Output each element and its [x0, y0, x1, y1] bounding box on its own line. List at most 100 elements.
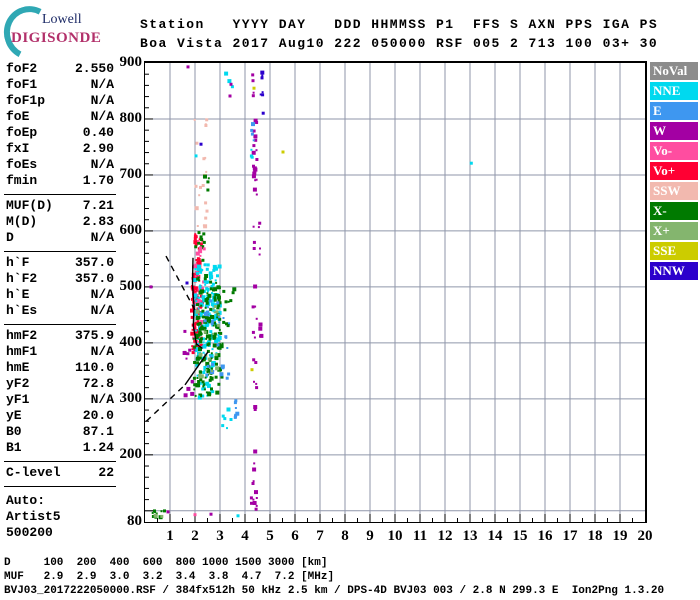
y-axis-tick-label: 200	[119, 445, 143, 462]
y-axis-tick-label: 800	[119, 109, 143, 126]
footer-block: D 100 200 400 600 800 1000 1500 3000 [km…	[4, 556, 664, 598]
x-axis-tick-label: 18	[587, 528, 603, 544]
legend-item: NoVal	[650, 62, 698, 80]
param-label: foE	[6, 109, 30, 124]
param-row: h`E N/A	[4, 287, 116, 303]
legend-item: E	[650, 102, 698, 120]
param-row: B0 87.1	[4, 424, 116, 440]
doppler-legend: NoVal NNE E W Vo- Vo+ SSW X- X+ SSE NNW	[650, 62, 698, 282]
param-row: M(D) 2.83	[4, 214, 116, 230]
x-axis-tick-label: 10	[387, 528, 403, 544]
x-axis-tick-label: 11	[412, 528, 428, 544]
param-label: h`Es	[6, 303, 38, 318]
param-label: yF2	[6, 376, 30, 391]
param-label: fxI	[6, 141, 30, 156]
param-label: yE	[6, 408, 22, 423]
param-row: h`Es N/A	[4, 303, 116, 319]
param-row: foF1 N/A	[4, 77, 116, 93]
param-group: C-level 22	[4, 461, 116, 484]
legend-item: X+	[650, 222, 698, 240]
x-axis-tick-label: 9	[366, 528, 374, 544]
param-label: h`F2	[6, 271, 38, 286]
param-label: foF1	[6, 77, 38, 92]
legend-item: W	[650, 122, 698, 140]
param-value: 2.90	[82, 141, 114, 156]
x-axis-tick-label: 14	[487, 528, 503, 544]
autoscaling-line: Auto:	[6, 493, 46, 508]
x-axis-tick-label: 1	[166, 528, 174, 544]
y-axis-tick-label: 500	[119, 277, 143, 294]
lowell-digisonde-logo: Lowell DIGISONDE	[0, 0, 132, 67]
param-row: fxI 2.90	[4, 141, 116, 157]
param-row: yF1 N/A	[4, 392, 116, 408]
x-axis-tick-label: 4	[241, 528, 249, 544]
autoscaling-info: Auto: Artist5 500200	[4, 493, 116, 541]
param-row: D N/A	[4, 230, 116, 246]
param-label: hmF1	[6, 344, 38, 359]
param-label: MUF(D)	[6, 198, 53, 213]
y-axis-tick-label: 300	[119, 389, 143, 406]
param-label: foEp	[6, 125, 38, 140]
legend-item: X-	[650, 202, 698, 220]
param-row: yF2 72.8	[4, 376, 116, 392]
param-value: N/A	[90, 303, 114, 318]
logo-text-lowell: Lowell	[42, 12, 82, 27]
y-axis-tick-label: 700	[119, 165, 143, 182]
param-row: foF1p N/A	[4, 93, 116, 109]
x-axis-tick-label: 16	[537, 528, 553, 544]
x-axis-tick-label: 13	[462, 528, 478, 544]
x-axis-tick-label: 17	[562, 528, 578, 544]
y-axis-tick-label: 80	[127, 513, 142, 529]
ionogram-svg	[145, 63, 645, 522]
param-label: foEs	[6, 157, 38, 172]
param-row: foEp 0.40	[4, 125, 116, 141]
param-value: 22	[98, 465, 114, 480]
param-row: fmin 1.70	[4, 173, 116, 189]
param-group: hmF2 375.9 hmF1 N/A hmE 110.0 yF2 72.8 yF1 N/A yE 2…	[4, 324, 116, 459]
param-label: foF2	[6, 61, 38, 76]
param-row: hmE 110.0	[4, 360, 116, 376]
legend-item: Vo+	[650, 162, 698, 180]
ionogram-app: Lowell DIGISONDE Station YYYY DAY DDD HH…	[0, 0, 700, 600]
x-axis-tick-label: 6	[291, 528, 299, 544]
logo-text-digisonde: DIGISONDE	[11, 30, 102, 46]
x-axis-tick-label: 5	[266, 528, 274, 544]
param-label: C-level	[6, 465, 61, 480]
param-label: hmF2	[6, 328, 38, 343]
param-label: M(D)	[6, 214, 38, 229]
x-axis-tick-label: 15	[512, 528, 528, 544]
x-axis-tick-label: 3	[216, 528, 224, 544]
distance-row: D 100 200 400 600 800 1000 1500 3000 [km…	[4, 557, 328, 569]
param-row: h`F 357.0	[4, 255, 116, 271]
param-row: foEs N/A	[4, 157, 116, 173]
y-axis-tick-label: 600	[119, 221, 143, 238]
param-value: N/A	[90, 93, 114, 108]
param-row: foE N/A	[4, 109, 116, 125]
param-label: h`F	[6, 255, 30, 270]
legend-item: NNW	[650, 262, 698, 280]
param-value: 110.0	[74, 360, 114, 375]
param-value: 0.40	[82, 125, 114, 140]
param-value: 357.0	[74, 255, 114, 270]
param-value: N/A	[90, 77, 114, 92]
legend-item: NNE	[650, 82, 698, 100]
param-value: 20.0	[82, 408, 114, 423]
param-row: hmF1 N/A	[4, 344, 116, 360]
param-label: fmin	[6, 173, 38, 188]
autoscaling-line: 500200	[6, 525, 53, 540]
param-group: h`F 357.0 h`F2 357.0 h`E N/A h`Es N/A	[4, 251, 116, 322]
x-axis-tick-label: 7	[316, 528, 324, 544]
y-axis-tick-label: 400	[119, 333, 143, 350]
y-axis-tick-label: 900	[119, 54, 143, 70]
x-axis-tick-label: 20	[637, 528, 653, 544]
autoscaling-line: Artist5	[6, 509, 61, 524]
param-row: h`F2 357.0	[4, 271, 116, 287]
x-axis-tick-label: 8	[341, 528, 349, 544]
param-row: foF2 2.550	[4, 61, 116, 77]
header-columns-line: Station YYYY DAY DDD HHMMSS P1 FFS S AXN…	[140, 17, 659, 32]
param-panel: foF2 2.550 foF1 N/A foF1p N/A foE N/A foEp 0.40 fx…	[4, 60, 116, 541]
legend-item: Vo-	[650, 142, 698, 160]
legend-item: SSW	[650, 182, 698, 200]
param-label: D	[6, 230, 14, 245]
param-label: B0	[6, 424, 22, 439]
